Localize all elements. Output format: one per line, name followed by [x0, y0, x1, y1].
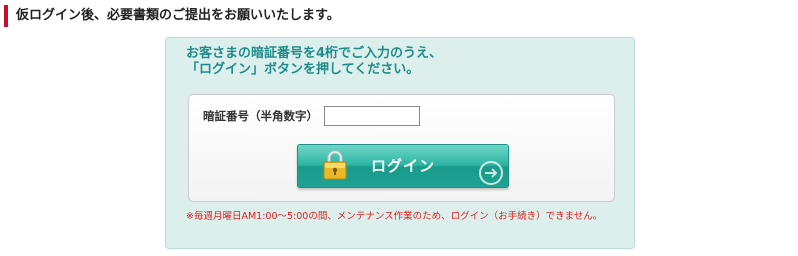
login-instruction: お客さまの暗証番号を4桁でご入力のうえ、 「ログイン」ボタンを押してください。	[186, 46, 626, 78]
login-form: 暗証番号（半角数字） ログイン	[188, 94, 615, 202]
section-heading: 仮ログイン後、必要書類のご提出をお願いいたします。	[4, 5, 340, 27]
pin-input[interactable]	[324, 106, 420, 126]
arrow-circle-icon	[479, 161, 503, 185]
pin-label: 暗証番号（半角数字）	[203, 109, 318, 123]
maintenance-note: ※毎週月曜日AM1:00～5:00の間、メンテナンス作業のため、ログイン（お手続…	[186, 211, 603, 222]
instruction-line-1: お客さまの暗証番号を4桁でご入力のうえ、	[186, 46, 443, 61]
page: 仮ログイン後、必要書類のご提出をお願いいたします。 お客さまの暗証番号を4桁でご…	[0, 0, 798, 256]
login-panel: お客さまの暗証番号を4桁でご入力のうえ、 「ログイン」ボタンを押してください。 …	[165, 37, 635, 249]
instruction-line-2: 「ログイン」ボタンを押してください。	[186, 62, 420, 77]
login-button[interactable]: ログイン	[297, 144, 509, 188]
